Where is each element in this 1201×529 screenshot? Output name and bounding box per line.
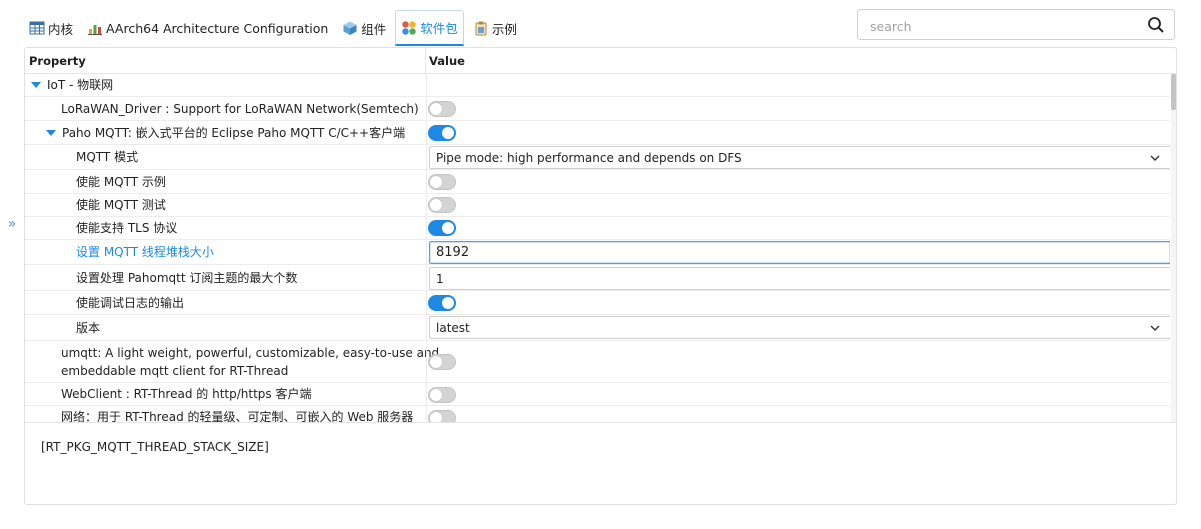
input-value: 8192 [436,245,470,260]
tree-label: 使能 MQTT 测试 [76,198,166,212]
tree-row-mqtt-test[interactable]: 使能 MQTT 测试 [25,194,1170,217]
tab-label: 软件包 [420,21,458,36]
value-column-header: Value [429,54,465,68]
tree-label: 设置处理 Pahomqtt 订阅主题的最大个数 [76,270,298,285]
lorawan-toggle[interactable] [428,101,456,117]
value-cell [426,74,1170,96]
tree-row-tls[interactable]: 使能支持 TLS 协议 [25,217,1170,240]
paho-mqtt-toggle[interactable] [428,125,456,141]
property-tree: IoT - 物联网 LoRaWAN_Driver : Support for L… [25,74,1170,423]
tree-label: 使能调试日志的输出 [76,295,185,310]
tree-label: 设置 MQTT 线程堆栈大小 [76,245,214,259]
cube-icon [343,21,357,35]
tree-row-iot[interactable]: IoT - 物联网 [25,74,1170,97]
mqtt-mode-select[interactable]: Pipe mode: high performance and depends … [429,146,1170,169]
tree-row-lorawan[interactable]: LoRaWAN_Driver : Support for LoRaWAN Net… [25,97,1170,121]
packages-icon [402,20,416,35]
tab-kernel[interactable]: 内核 [24,10,78,46]
select-value: Pipe mode: high performance and depends … [436,150,742,165]
tls-toggle[interactable] [428,220,456,236]
tree-row-debug-log[interactable]: 使能调试日志的输出 [25,291,1170,315]
search-icon[interactable] [1147,16,1165,34]
tree-row-mqtt-example[interactable]: 使能 MQTT 示例 [25,170,1170,194]
table-icon [29,21,45,35]
mqtt-example-toggle[interactable] [428,174,456,190]
version-select[interactable]: latest [429,316,1170,339]
value-cell: Pipe mode: high performance and depends … [426,145,1170,169]
tab-bar: 内核 AArch64 Architecture Configuration 组件… [24,10,526,46]
tree-row-mqtt-mode[interactable]: MQTT 模式 Pipe mode: high performance and … [25,145,1170,170]
tab-label: 内核 [48,21,74,37]
select-value: latest [436,320,470,335]
tree-label: WebClient : RT-Thread 的 http/https 客户端 [61,387,312,401]
expand-arrow-icon[interactable] [31,82,41,88]
tree-label: 版本 [76,320,101,335]
umqtt-toggle[interactable] [428,354,456,370]
value-cell [426,97,1170,120]
debug-log-toggle[interactable] [428,295,456,311]
value-cell [426,217,1170,239]
value-cell [426,121,1170,144]
table-header: Property Value [25,48,1176,74]
value-cell [426,383,1170,405]
value-cell [426,341,1170,382]
clipboard-icon [475,21,487,36]
tree-row-webclient[interactable]: WebClient : RT-Thread 的 http/https 客户端 [25,383,1170,406]
tab-aarch64-config[interactable]: AArch64 Architecture Configuration [82,10,333,46]
value-cell [426,406,1170,423]
tree-row-stack-size[interactable]: 设置 MQTT 线程堆栈大小 8192 [25,240,1170,265]
tree-label: IoT - 物联网 [31,74,113,96]
max-topics-input[interactable]: 1 [429,267,1170,290]
chevron-down-icon [1150,155,1160,161]
expand-sidebar-icon[interactable]: » [2,212,22,236]
config-panel: Property Value IoT - 物联网 LoRaWAN_Driver … [24,47,1177,505]
tree-row-umqtt[interactable]: umqtt: A light weight, powerful, customi… [25,341,1170,383]
mqtt-test-toggle[interactable] [428,197,456,213]
tree-label: 使能支持 TLS 协议 [76,221,178,235]
value-cell [426,291,1170,314]
search-box [857,9,1175,40]
tree-row-max-topics[interactable]: 设置处理 Pahomqtt 订阅主题的最大个数 1 [25,265,1170,291]
tree-row-version[interactable]: 版本 latest [25,315,1170,341]
value-cell [426,194,1170,216]
tab-label: AArch64 Architecture Configuration [106,20,329,36]
tree-label: Paho MQTT: 嵌入式平台的 Eclipse Paho MQTT C/C+… [46,121,405,144]
description-text: [RT_PKG_MQTT_THREAD_STACK_SIZE] [41,440,269,454]
property-column-header: Property [29,54,86,68]
tree-label: 网络：用于 RT-Thread 的轻量级、可定制、可嵌入的 Web 服务器 [61,410,414,423]
webclient-toggle[interactable] [428,387,456,403]
stack-size-input[interactable]: 8192 [429,241,1170,264]
tab-packages[interactable]: 软件包 [395,10,464,46]
tree-label: MQTT 模式 [76,150,139,164]
tab-label: 组件 [361,21,387,37]
tree-label: umqtt: A light weight, powerful, customi… [61,345,440,378]
vertical-scrollbar[interactable] [1171,74,1176,423]
search-input[interactable] [868,16,1132,36]
value-cell: 8192 [426,240,1170,264]
tree-row-paho-mqtt[interactable]: Paho MQTT: 嵌入式平台的 Eclipse Paho MQTT C/C+… [25,121,1170,145]
tab-label: 示例 [491,21,517,37]
value-cell: 1 [426,265,1170,290]
value-cell: latest [426,315,1170,340]
scrollbar-thumb[interactable] [1171,74,1176,110]
column-divider[interactable] [425,48,426,73]
tree-label: LoRaWAN_Driver : Support for LoRaWAN Net… [61,101,419,116]
tab-components[interactable]: 组件 [337,10,391,46]
expand-arrow-icon[interactable] [46,129,56,136]
input-value: 1 [436,271,444,286]
description-pane: [RT_PKG_MQTT_THREAD_STACK_SIZE] [25,422,1176,504]
tree-label: 使能 MQTT 示例 [76,174,166,189]
tree-row-webnet[interactable]: 网络：用于 RT-Thread 的轻量级、可定制、可嵌入的 Web 服务器 [25,406,1170,423]
chart-icon [88,25,103,35]
tab-examples[interactable]: 示例 [468,10,522,46]
value-cell [426,170,1170,193]
chevron-down-icon [1150,325,1160,331]
